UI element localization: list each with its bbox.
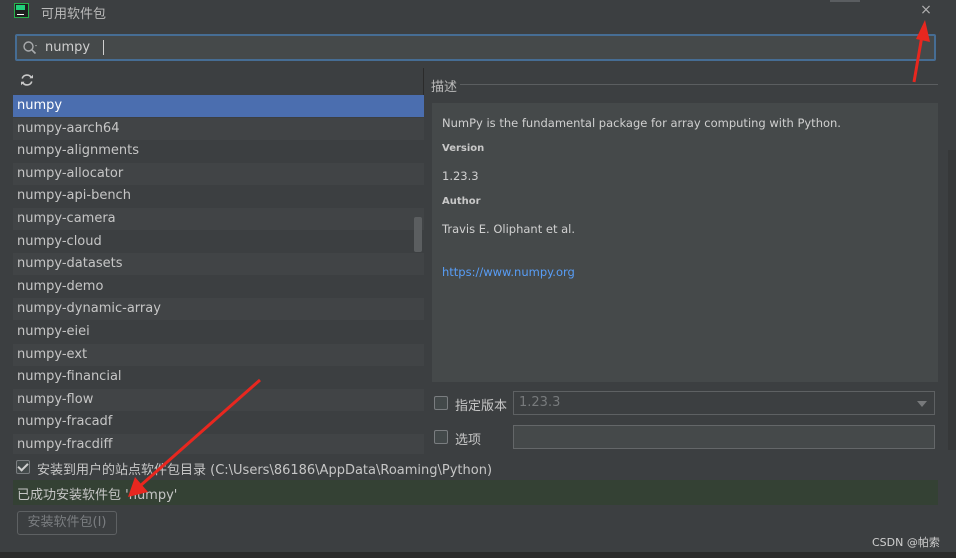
options-checkbox[interactable] bbox=[434, 430, 448, 444]
package-list-panel: numpy numpy-aarch64 numpy-alignments numpy-… bbox=[13, 68, 424, 454]
list-item[interactable]: numpy-datasets bbox=[13, 253, 424, 276]
search-icon[interactable] bbox=[22, 40, 38, 56]
list-item[interactable]: numpy-aarch64 bbox=[13, 117, 424, 140]
package-list[interactable]: numpy numpy-aarch64 numpy-alignments numpy-… bbox=[13, 95, 424, 454]
package-summary: NumPy is the fundamental package for arr… bbox=[442, 116, 841, 130]
pycharm-logo-icon bbox=[14, 3, 29, 18]
background-window-edge bbox=[948, 150, 956, 450]
specify-version-checkbox[interactable] bbox=[434, 396, 448, 410]
list-item[interactable]: numpy-demo bbox=[13, 276, 424, 298]
install-to-user-label: 安装到用户的站点软件包目录 (C:\Users\86186\AppData\Ro… bbox=[37, 463, 493, 478]
description-heading: 描述 bbox=[431, 80, 458, 95]
install-package-button[interactable]: 安装软件包(I) bbox=[17, 511, 117, 535]
close-icon[interactable]: × bbox=[918, 1, 934, 19]
search-input[interactable] bbox=[45, 38, 905, 58]
list-item[interactable]: numpy-flow bbox=[13, 388, 424, 411]
refresh-icon[interactable] bbox=[19, 72, 35, 88]
version-select[interactable]: 1.23.3 bbox=[513, 391, 935, 415]
options-label: 选项 bbox=[455, 433, 482, 448]
author-value: Travis E. Oliphant et al. bbox=[442, 222, 576, 236]
list-scrollbar[interactable] bbox=[414, 217, 422, 252]
list-item[interactable]: numpy-fracadf bbox=[13, 411, 424, 433]
list-item[interactable]: numpy-allocator bbox=[13, 162, 424, 185]
list-item[interactable]: numpy bbox=[13, 95, 424, 117]
list-item[interactable]: numpy-dynamic-array bbox=[13, 298, 424, 321]
list-item[interactable]: numpy-camera bbox=[13, 208, 424, 230]
install-to-user-checkbox[interactable] bbox=[16, 460, 30, 474]
homepage-link[interactable]: https://www.numpy.org bbox=[442, 265, 575, 279]
options-input[interactable] bbox=[513, 425, 935, 449]
text-caret bbox=[103, 40, 104, 55]
list-item[interactable]: numpy-cloud bbox=[13, 231, 424, 253]
list-item[interactable]: numpy-fracdiff bbox=[13, 434, 424, 454]
package-search-box[interactable] bbox=[15, 34, 936, 61]
chevron-down-icon bbox=[917, 401, 927, 407]
available-packages-dialog: 可用软件包 × numpynumpy-aarch64numpy-alignmen… bbox=[0, 0, 956, 558]
specify-version-label: 指定版本 bbox=[455, 399, 508, 414]
dialog-title: 可用软件包 bbox=[41, 7, 107, 22]
author-label: Author bbox=[442, 196, 481, 207]
description-divider bbox=[460, 84, 938, 85]
list-item[interactable]: numpy-ext bbox=[13, 343, 424, 366]
status-message: 已成功安装软件包 'numpy' bbox=[17, 488, 178, 503]
list-item[interactable]: numpy-financial bbox=[13, 366, 424, 388]
version-select-value: 1.23.3 bbox=[519, 395, 561, 410]
background-window-edge-bottom bbox=[0, 552, 956, 558]
status-bar: 已成功安装软件包 'numpy' bbox=[13, 480, 938, 505]
list-item[interactable]: numpy-eiei bbox=[13, 321, 424, 343]
version-value: 1.23.3 bbox=[442, 169, 479, 183]
title-bar: 可用软件包 × bbox=[0, 0, 956, 24]
list-item[interactable]: numpy-api-bench bbox=[13, 185, 424, 207]
description-panel: NumPy is the fundamental package for arr… bbox=[432, 103, 938, 382]
watermark: CSDN @帕索 bbox=[872, 536, 940, 549]
list-item[interactable]: numpy-alignments bbox=[13, 140, 424, 162]
version-label: Version bbox=[442, 143, 485, 154]
